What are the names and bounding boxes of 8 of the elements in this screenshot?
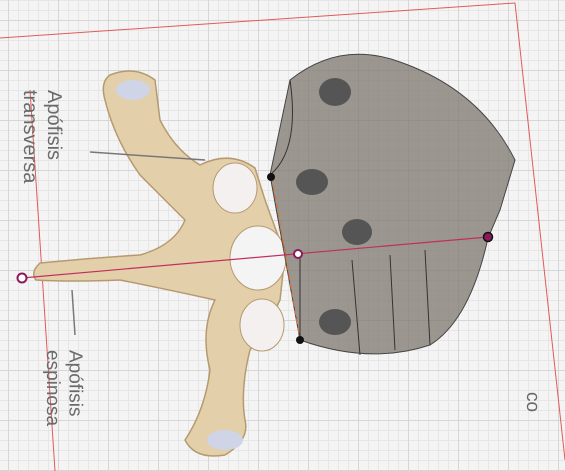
sketch-point [296,336,304,344]
sketch-point [293,249,303,259]
sketch-point [16,272,28,284]
sketch-point [267,173,275,181]
label-text: Apófisis espinosa [40,350,86,426]
sketch-point [482,232,494,242]
label-text: co [520,392,543,412]
label-text: Apófisis transversa [18,90,66,184]
